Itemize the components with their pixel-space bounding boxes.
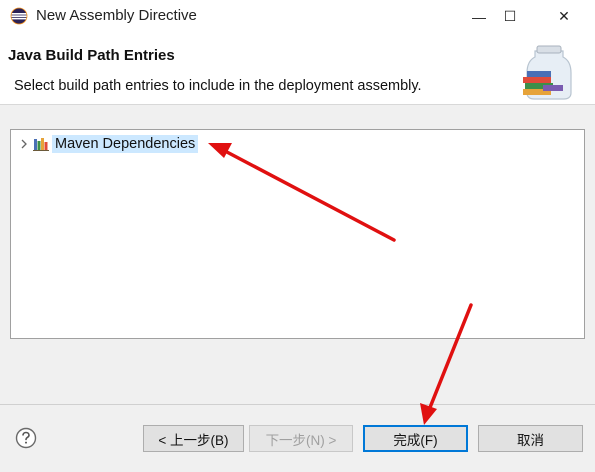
build-path-tree[interactable]: Maven Dependencies: [10, 129, 585, 339]
button-bar-separator: [0, 404, 595, 405]
tree-item-label[interactable]: Maven Dependencies: [52, 135, 199, 153]
library-jar-icon: [521, 41, 577, 101]
page-title: Java Build Path Entries: [8, 47, 175, 64]
finish-button[interactable]: 完成(F): [363, 425, 468, 452]
window-title: New Assembly Directive: [36, 7, 197, 24]
next-button[interactable]: 下一步(N) >: [249, 425, 353, 452]
wizard-header: Java Build Path Entries Select build pat…: [0, 33, 595, 105]
cancel-button[interactable]: 取消: [478, 425, 583, 452]
chevron-right-icon[interactable]: [17, 137, 31, 151]
eclipse-icon: [10, 7, 28, 25]
page-description: Select build path entries to include in …: [14, 78, 422, 94]
tree-item-maven-dependencies[interactable]: Maven Dependencies: [17, 134, 199, 154]
help-icon[interactable]: [15, 427, 37, 449]
title-bar: New Assembly Directive — ☐ ✕: [0, 0, 595, 33]
back-button[interactable]: < 上一步(B): [143, 425, 244, 452]
maximize-button[interactable]: ☐: [487, 0, 533, 33]
close-button[interactable]: ✕: [541, 0, 587, 33]
library-icon: [33, 138, 49, 151]
